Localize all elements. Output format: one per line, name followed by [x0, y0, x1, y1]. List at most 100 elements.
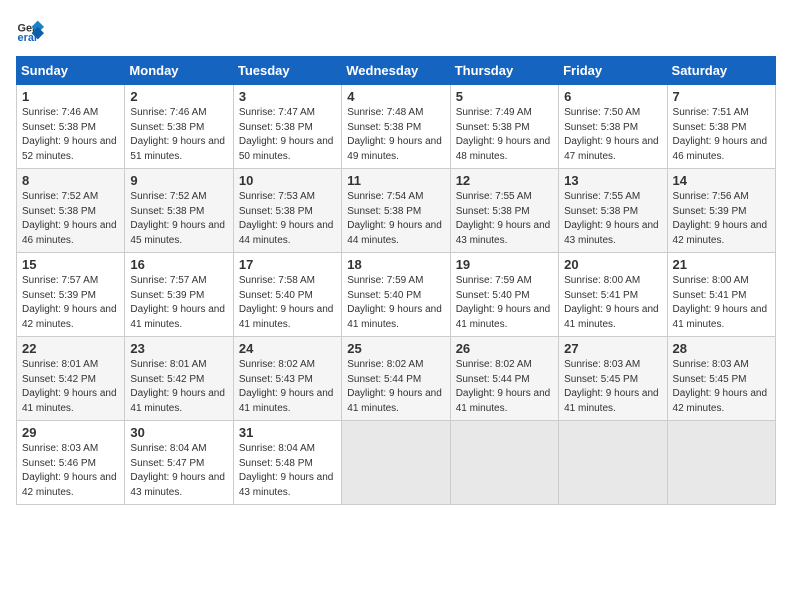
day-number: 31	[239, 425, 336, 440]
calendar-cell: 6 Sunrise: 7:50 AM Sunset: 5:38 PM Dayli…	[559, 85, 667, 169]
day-number: 8	[22, 173, 119, 188]
weekday-header-tuesday: Tuesday	[233, 57, 341, 85]
weekday-header-monday: Monday	[125, 57, 233, 85]
day-number: 17	[239, 257, 336, 272]
day-number: 15	[22, 257, 119, 272]
calendar-cell: 27 Sunrise: 8:03 AM Sunset: 5:45 PM Dayl…	[559, 337, 667, 421]
day-info: Sunrise: 7:48 AM Sunset: 5:38 PM Dayligh…	[347, 106, 444, 164]
day-info: Sunrise: 7:52 AM Sunset: 5:38 PM Dayligh…	[130, 190, 227, 248]
calendar-cell: 19 Sunrise: 7:59 AM Sunset: 5:40 PM Dayl…	[450, 253, 558, 337]
calendar-cell: 29 Sunrise: 8:03 AM Sunset: 5:46 PM Dayl…	[17, 421, 125, 505]
weekday-header-sunday: Sunday	[17, 57, 125, 85]
weekday-header-friday: Friday	[559, 57, 667, 85]
logo: Gen eral	[16, 16, 48, 44]
weekday-header-saturday: Saturday	[667, 57, 775, 85]
day-number: 20	[564, 257, 661, 272]
day-info: Sunrise: 7:55 AM Sunset: 5:38 PM Dayligh…	[456, 190, 553, 248]
day-number: 3	[239, 89, 336, 104]
day-number: 6	[564, 89, 661, 104]
calendar-cell	[559, 421, 667, 505]
day-number: 16	[130, 257, 227, 272]
day-number: 11	[347, 173, 444, 188]
day-info: Sunrise: 7:47 AM Sunset: 5:38 PM Dayligh…	[239, 106, 336, 164]
day-info: Sunrise: 7:59 AM Sunset: 5:40 PM Dayligh…	[347, 274, 444, 332]
calendar-cell: 11 Sunrise: 7:54 AM Sunset: 5:38 PM Dayl…	[342, 169, 450, 253]
day-number: 5	[456, 89, 553, 104]
calendar-cell: 21 Sunrise: 8:00 AM Sunset: 5:41 PM Dayl…	[667, 253, 775, 337]
page-header: Gen eral	[16, 16, 776, 44]
day-number: 2	[130, 89, 227, 104]
calendar-cell: 4 Sunrise: 7:48 AM Sunset: 5:38 PM Dayli…	[342, 85, 450, 169]
day-info: Sunrise: 7:46 AM Sunset: 5:38 PM Dayligh…	[130, 106, 227, 164]
calendar-cell: 18 Sunrise: 7:59 AM Sunset: 5:40 PM Dayl…	[342, 253, 450, 337]
day-number: 21	[673, 257, 770, 272]
calendar-cell: 24 Sunrise: 8:02 AM Sunset: 5:43 PM Dayl…	[233, 337, 341, 421]
day-number: 29	[22, 425, 119, 440]
day-info: Sunrise: 7:58 AM Sunset: 5:40 PM Dayligh…	[239, 274, 336, 332]
day-number: 14	[673, 173, 770, 188]
day-number: 22	[22, 341, 119, 356]
calendar-cell: 31 Sunrise: 8:04 AM Sunset: 5:48 PM Dayl…	[233, 421, 341, 505]
day-number: 30	[130, 425, 227, 440]
day-info: Sunrise: 7:49 AM Sunset: 5:38 PM Dayligh…	[456, 106, 553, 164]
calendar-cell	[342, 421, 450, 505]
day-number: 7	[673, 89, 770, 104]
day-info: Sunrise: 8:03 AM Sunset: 5:45 PM Dayligh…	[564, 358, 661, 416]
logo-icon: Gen eral	[16, 16, 44, 44]
day-info: Sunrise: 7:50 AM Sunset: 5:38 PM Dayligh…	[564, 106, 661, 164]
day-number: 23	[130, 341, 227, 356]
day-number: 28	[673, 341, 770, 356]
calendar-cell: 15 Sunrise: 7:57 AM Sunset: 5:39 PM Dayl…	[17, 253, 125, 337]
day-number: 24	[239, 341, 336, 356]
calendar-cell: 22 Sunrise: 8:01 AM Sunset: 5:42 PM Dayl…	[17, 337, 125, 421]
day-number: 18	[347, 257, 444, 272]
day-info: Sunrise: 7:53 AM Sunset: 5:38 PM Dayligh…	[239, 190, 336, 248]
day-info: Sunrise: 8:02 AM Sunset: 5:43 PM Dayligh…	[239, 358, 336, 416]
day-info: Sunrise: 8:04 AM Sunset: 5:47 PM Dayligh…	[130, 442, 227, 500]
calendar-cell: 8 Sunrise: 7:52 AM Sunset: 5:38 PM Dayli…	[17, 169, 125, 253]
calendar-cell: 16 Sunrise: 7:57 AM Sunset: 5:39 PM Dayl…	[125, 253, 233, 337]
day-number: 27	[564, 341, 661, 356]
day-info: Sunrise: 8:01 AM Sunset: 5:42 PM Dayligh…	[22, 358, 119, 416]
calendar-cell: 17 Sunrise: 7:58 AM Sunset: 5:40 PM Dayl…	[233, 253, 341, 337]
day-info: Sunrise: 8:02 AM Sunset: 5:44 PM Dayligh…	[347, 358, 444, 416]
calendar-cell: 30 Sunrise: 8:04 AM Sunset: 5:47 PM Dayl…	[125, 421, 233, 505]
day-number: 13	[564, 173, 661, 188]
day-info: Sunrise: 8:03 AM Sunset: 5:46 PM Dayligh…	[22, 442, 119, 500]
day-info: Sunrise: 7:57 AM Sunset: 5:39 PM Dayligh…	[130, 274, 227, 332]
day-info: Sunrise: 8:01 AM Sunset: 5:42 PM Dayligh…	[130, 358, 227, 416]
day-number: 10	[239, 173, 336, 188]
weekday-header-thursday: Thursday	[450, 57, 558, 85]
day-info: Sunrise: 7:46 AM Sunset: 5:38 PM Dayligh…	[22, 106, 119, 164]
calendar-cell: 13 Sunrise: 7:55 AM Sunset: 5:38 PM Dayl…	[559, 169, 667, 253]
day-info: Sunrise: 7:55 AM Sunset: 5:38 PM Dayligh…	[564, 190, 661, 248]
day-number: 9	[130, 173, 227, 188]
calendar-cell: 20 Sunrise: 8:00 AM Sunset: 5:41 PM Dayl…	[559, 253, 667, 337]
calendar-cell: 14 Sunrise: 7:56 AM Sunset: 5:39 PM Dayl…	[667, 169, 775, 253]
day-number: 4	[347, 89, 444, 104]
day-info: Sunrise: 7:54 AM Sunset: 5:38 PM Dayligh…	[347, 190, 444, 248]
day-info: Sunrise: 7:59 AM Sunset: 5:40 PM Dayligh…	[456, 274, 553, 332]
calendar-cell	[450, 421, 558, 505]
calendar-cell: 26 Sunrise: 8:02 AM Sunset: 5:44 PM Dayl…	[450, 337, 558, 421]
day-info: Sunrise: 7:56 AM Sunset: 5:39 PM Dayligh…	[673, 190, 770, 248]
calendar-cell: 2 Sunrise: 7:46 AM Sunset: 5:38 PM Dayli…	[125, 85, 233, 169]
calendar-cell: 9 Sunrise: 7:52 AM Sunset: 5:38 PM Dayli…	[125, 169, 233, 253]
calendar-cell	[667, 421, 775, 505]
day-info: Sunrise: 8:02 AM Sunset: 5:44 PM Dayligh…	[456, 358, 553, 416]
day-info: Sunrise: 7:51 AM Sunset: 5:38 PM Dayligh…	[673, 106, 770, 164]
calendar-cell: 10 Sunrise: 7:53 AM Sunset: 5:38 PM Dayl…	[233, 169, 341, 253]
day-number: 1	[22, 89, 119, 104]
day-info: Sunrise: 7:52 AM Sunset: 5:38 PM Dayligh…	[22, 190, 119, 248]
calendar-cell: 28 Sunrise: 8:03 AM Sunset: 5:45 PM Dayl…	[667, 337, 775, 421]
day-info: Sunrise: 8:04 AM Sunset: 5:48 PM Dayligh…	[239, 442, 336, 500]
day-info: Sunrise: 8:03 AM Sunset: 5:45 PM Dayligh…	[673, 358, 770, 416]
calendar-cell: 5 Sunrise: 7:49 AM Sunset: 5:38 PM Dayli…	[450, 85, 558, 169]
calendar-cell: 1 Sunrise: 7:46 AM Sunset: 5:38 PM Dayli…	[17, 85, 125, 169]
day-number: 12	[456, 173, 553, 188]
calendar-cell: 23 Sunrise: 8:01 AM Sunset: 5:42 PM Dayl…	[125, 337, 233, 421]
day-info: Sunrise: 7:57 AM Sunset: 5:39 PM Dayligh…	[22, 274, 119, 332]
calendar-cell: 12 Sunrise: 7:55 AM Sunset: 5:38 PM Dayl…	[450, 169, 558, 253]
calendar-table: SundayMondayTuesdayWednesdayThursdayFrid…	[16, 56, 776, 505]
day-number: 26	[456, 341, 553, 356]
